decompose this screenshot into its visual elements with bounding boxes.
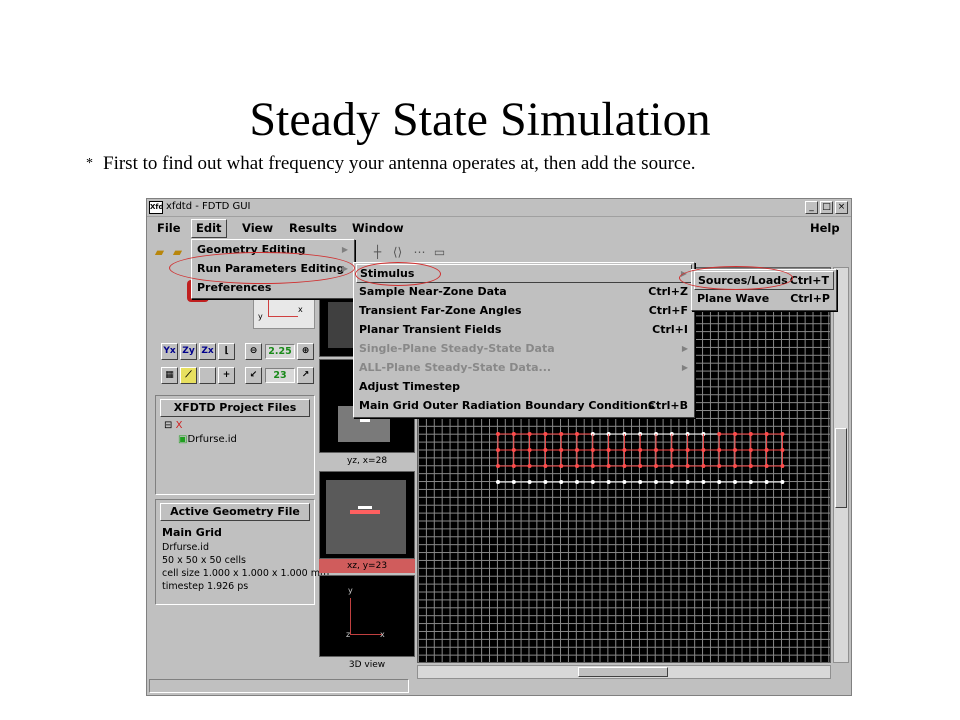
xz-view-label[interactable]: xz, y=23 bbox=[319, 559, 415, 573]
xz-view[interactable] bbox=[319, 471, 415, 559]
menu-single-plane-steady[interactable]: Single-Plane Steady-State Data ▶ bbox=[356, 340, 692, 359]
open-folder-icon[interactable]: ▰ bbox=[151, 244, 168, 260]
slice-value-field[interactable]: 23 bbox=[265, 368, 295, 383]
window-title: xfdtd - FDTD GUI bbox=[166, 201, 251, 212]
probe-icon[interactable]: ⋯ bbox=[411, 244, 428, 260]
3d-axis-y: y bbox=[348, 586, 353, 595]
xz-view-antenna-red bbox=[350, 510, 380, 514]
mini-axis-vertical bbox=[268, 300, 269, 316]
cut-plane-icon[interactable]: ┼ bbox=[369, 244, 386, 260]
highlight-icon[interactable]: ⟋ bbox=[180, 367, 197, 384]
bullet-text: First to find out what frequency your an… bbox=[103, 153, 696, 174]
menu-help[interactable]: Help bbox=[810, 221, 840, 235]
project-files-panel: XFDTD Project Files ⊟ X ▣Drfurse.id bbox=[155, 395, 315, 495]
menubar: File Edit View Results Window Help bbox=[149, 219, 849, 238]
menu-planar-transient[interactable]: Planar Transient Fields Ctrl+I bbox=[356, 321, 692, 340]
geometry-file: Drfurse.id bbox=[162, 542, 209, 553]
maximize-button[interactable]: □ bbox=[820, 201, 833, 214]
mesh-icon[interactable]: ⟨⟩ bbox=[389, 244, 406, 260]
mesh-node bbox=[780, 480, 785, 484]
yz-view-antenna bbox=[360, 418, 370, 422]
slice-down-icon[interactable]: ↙ bbox=[245, 367, 262, 384]
image-icon[interactable]: ▭ bbox=[431, 244, 448, 260]
blank-tool-icon[interactable] bbox=[199, 367, 216, 384]
callout-stimulus bbox=[355, 262, 441, 286]
crosshair-icon[interactable]: + bbox=[218, 367, 235, 384]
view-yx-button[interactable]: Yx bbox=[161, 343, 178, 360]
view-zy-button[interactable]: Zy bbox=[180, 343, 197, 360]
menu-transient-far-zone[interactable]: Transient Far-Zone Angles Ctrl+F bbox=[356, 302, 692, 321]
zoom-value-field[interactable]: 2.25 bbox=[265, 344, 295, 359]
vertical-scroll-thumb[interactable] bbox=[835, 428, 847, 508]
geometry-cells: 50 x 50 x 50 cells bbox=[162, 555, 246, 566]
menu-file[interactable]: File bbox=[157, 221, 181, 235]
submenu-arrow-icon: ▶ bbox=[681, 363, 688, 372]
collapse-icon[interactable]: ⊟ bbox=[164, 420, 176, 431]
menu-view[interactable]: View bbox=[242, 221, 273, 235]
project-files-header: XFDTD Project Files bbox=[160, 399, 310, 417]
tree-file[interactable]: ▣Drfurse.id bbox=[178, 434, 237, 445]
close-button[interactable]: × bbox=[835, 201, 848, 214]
active-geometry-header: Active Geometry File bbox=[160, 503, 310, 521]
status-bar bbox=[149, 679, 409, 693]
menu-all-plane-steady[interactable]: ALL-Plane Steady-State Data... ▶ bbox=[356, 359, 692, 378]
minimize-button[interactable]: _ bbox=[805, 201, 818, 214]
3d-axis-line-y bbox=[350, 598, 351, 634]
app-icon: Xfd bbox=[149, 201, 163, 214]
xz-view-antenna-white bbox=[358, 506, 372, 509]
menu-edit[interactable]: Edit bbox=[191, 219, 227, 238]
left-panel: y x Yx Zy Zx ⌊ ⊖ 2.25 ⊕ ▦ ⟋ + ↙ 23 ↗ XFD… bbox=[149, 267, 329, 677]
menu-outer-radiation-boundary[interactable]: Main Grid Outer Radiation Boundary Condi… bbox=[356, 397, 692, 416]
zoom-in-icon[interactable]: ⊕ bbox=[297, 343, 314, 360]
geometry-timestep: timestep 1.926 ps bbox=[162, 581, 249, 592]
slide-bullet: * First to find out what frequency your a… bbox=[86, 153, 696, 175]
window-titlebar[interactable]: Xfd xfdtd - FDTD GUI _ □ × bbox=[147, 199, 851, 217]
callout-sources-loads bbox=[679, 266, 793, 290]
xfdtd-window: Xfd xfdtd - FDTD GUI _ □ × File Edit Vie… bbox=[146, 198, 852, 696]
save-folder-icon[interactable]: ▰ bbox=[169, 244, 186, 260]
tree-root[interactable]: ⊟ X bbox=[164, 420, 182, 431]
geometry-name: Main Grid bbox=[162, 526, 222, 539]
3d-view[interactable]: y z x bbox=[319, 575, 415, 657]
geometry-cell-size: cell size 1.000 x 1.000 x 1.000 mm bbox=[162, 568, 330, 579]
menu-adjust-timestep[interactable]: Adjust Timestep bbox=[356, 378, 692, 397]
menu-window[interactable]: Window bbox=[352, 221, 404, 235]
slice-up-icon[interactable]: ↗ bbox=[297, 367, 314, 384]
mini-axis-horizontal bbox=[268, 316, 298, 317]
horizontal-scrollbar[interactable] bbox=[417, 665, 831, 679]
yz-view-label[interactable]: yz, x=28 bbox=[319, 454, 415, 468]
callout-run-parameters bbox=[169, 252, 355, 284]
submenu-arrow-icon: ▶ bbox=[681, 344, 688, 353]
bullet-mark: * bbox=[86, 156, 93, 171]
axes-icon[interactable]: ⌊ bbox=[218, 343, 235, 360]
mini-axis-x: x bbox=[298, 305, 303, 314]
menu-results[interactable]: Results bbox=[289, 221, 337, 235]
horizontal-scroll-thumb[interactable] bbox=[578, 667, 668, 677]
view-zx-button[interactable]: Zx bbox=[199, 343, 216, 360]
zoom-out-icon[interactable]: ⊖ bbox=[245, 343, 262, 360]
xz-view-block bbox=[326, 480, 406, 554]
submenu-arrow-icon: ▶ bbox=[341, 245, 348, 254]
vertical-scrollbar[interactable] bbox=[833, 267, 849, 663]
3d-axis-line-x bbox=[350, 634, 382, 635]
grid-icon[interactable]: ▦ bbox=[161, 367, 178, 384]
menu-sample-near-zone[interactable]: Sample Near-Zone Data Ctrl+Z bbox=[356, 283, 692, 302]
mini-axis-y: y bbox=[258, 312, 263, 321]
menu-plane-wave[interactable]: Plane Wave Ctrl+P bbox=[694, 290, 834, 309]
active-geometry-panel: Active Geometry File Main Grid Drfurse.i… bbox=[155, 499, 329, 605]
3d-view-label[interactable]: 3D view bbox=[319, 658, 415, 672]
slide-title: Steady State Simulation bbox=[249, 93, 711, 146]
